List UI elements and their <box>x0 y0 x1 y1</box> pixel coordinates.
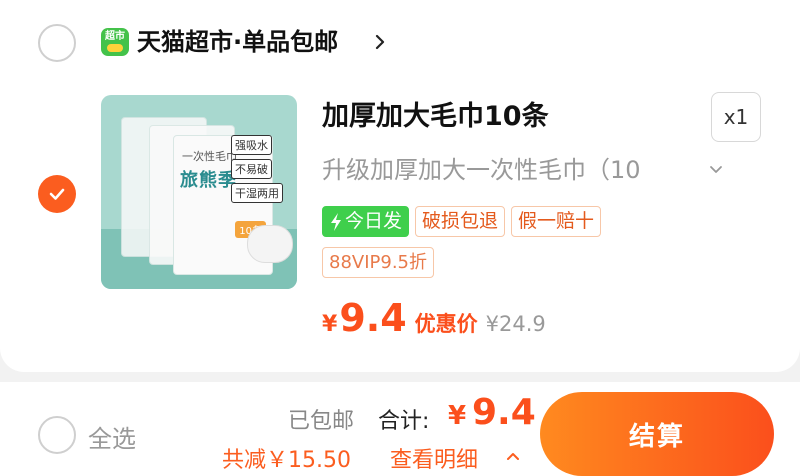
checkout-button[interactable]: 结算 <box>540 392 774 476</box>
fake-compensation-badge: 假一赔十 <box>511 206 602 237</box>
sku-selector[interactable]: 升级加厚加大一次性毛巾（10 <box>322 152 694 188</box>
item-select-checkbox[interactable] <box>38 175 76 213</box>
cart-store-card: 超市 天猫超市·单品包邮 一次性毛巾 旅熊季 10条 强吸水 不易破 干湿两用 … <box>0 0 800 372</box>
quantity-selector[interactable]: x1 <box>711 92 761 142</box>
store-logo-text: 超市 <box>105 31 125 42</box>
price-value: 9.4 <box>339 296 407 340</box>
checkmark-icon <box>49 188 65 200</box>
price-row: ¥ 9.4 优惠价 ¥24.9 <box>322 296 546 340</box>
product-image-tag: 干湿两用 <box>231 183 283 203</box>
product-image-type-text: 一次性毛巾 <box>182 150 237 163</box>
total-value: 9.4 <box>472 392 536 433</box>
view-details-link[interactable]: 查看明细 <box>390 442 478 474</box>
price-currency: ¥ <box>322 312 338 337</box>
select-all-label[interactable]: 全选 <box>88 419 136 454</box>
checkout-bar: 全选 已包邮 合计: ¥ 9.4 共减￥15.50 查看明细 结算 <box>0 382 800 476</box>
tmall-supermarket-logo-icon: 超市 <box>101 28 129 56</box>
price-label: 优惠价 <box>414 312 478 336</box>
total-label: 合计: <box>378 409 430 434</box>
vip-discount-badge: 88VIP9.5折 <box>322 247 435 278</box>
chevron-up-icon[interactable] <box>505 448 521 464</box>
product-image-brand-text: 旅熊季 <box>180 170 237 191</box>
select-all-radio[interactable] <box>38 416 76 454</box>
product-title[interactable]: 加厚加大毛巾10条 <box>322 98 549 136</box>
service-badges: 今日发 破损包退 假一赔十 <box>322 206 602 237</box>
total-currency: ¥ <box>448 401 467 431</box>
product-image-tag: 不易破 <box>231 159 272 179</box>
store-select-radio[interactable] <box>38 24 76 62</box>
product-image-tag: 强吸水 <box>231 135 272 155</box>
towel-roll <box>247 225 293 263</box>
chevron-down-icon[interactable] <box>708 162 724 178</box>
chevron-right-icon[interactable] <box>372 34 388 50</box>
same-day-ship-badge: 今日发 <box>322 206 410 237</box>
store-name[interactable]: 天猫超市·单品包邮 <box>137 24 338 60</box>
lightning-icon <box>331 212 341 231</box>
original-price: ¥24.9 <box>485 312 546 336</box>
badge-label: 今日发 <box>345 210 403 232</box>
damage-return-badge: 破损包退 <box>415 206 506 237</box>
product-image[interactable]: 一次性毛巾 旅熊季 10条 强吸水 不易破 干湿两用 <box>101 95 297 289</box>
total-reduction: 共减￥15.50 <box>222 448 351 473</box>
shipping-status: 已包邮 <box>288 409 355 434</box>
